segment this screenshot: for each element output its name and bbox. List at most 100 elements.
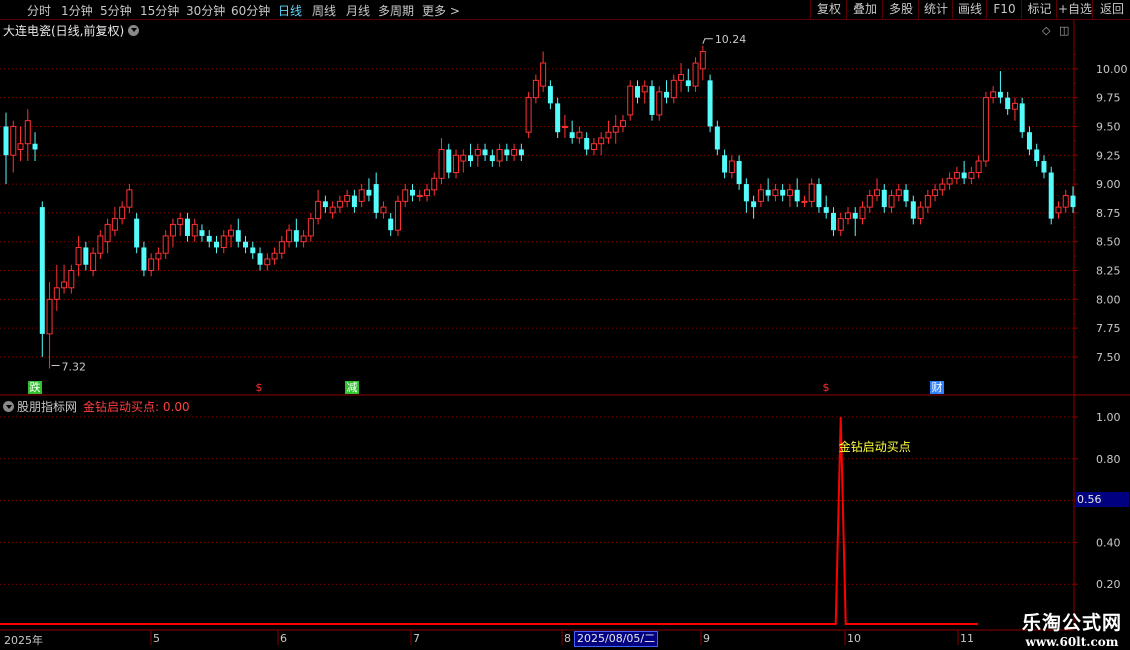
collapse-icon[interactable] bbox=[3, 401, 14, 412]
candle-body bbox=[257, 253, 263, 265]
candle-body bbox=[641, 85, 648, 93]
price-tick-label: 7.75 bbox=[1096, 322, 1121, 335]
signal-marker: $ bbox=[822, 381, 830, 394]
price-tick-label: 9.50 bbox=[1096, 120, 1121, 133]
diamond-icon[interactable]: ◇ bbox=[1042, 24, 1050, 37]
candle-body bbox=[24, 120, 31, 145]
candle-body bbox=[997, 91, 1003, 98]
cursor-value-box: 0.56 bbox=[1075, 492, 1129, 507]
candle-body bbox=[685, 80, 691, 87]
candle-body bbox=[982, 97, 989, 162]
candle-body bbox=[511, 148, 518, 156]
candle-body bbox=[1070, 195, 1076, 208]
candle-body bbox=[852, 212, 858, 219]
candle-body bbox=[83, 247, 89, 265]
indicator-value: 金钻启动买点: 0.00 bbox=[83, 400, 190, 414]
candle-body bbox=[235, 230, 241, 242]
candle-body bbox=[946, 177, 953, 185]
candle-body bbox=[10, 125, 17, 156]
candle-body bbox=[17, 143, 24, 150]
candle-body bbox=[104, 223, 111, 243]
candle-body bbox=[199, 230, 205, 236]
signal-marker: 跌 bbox=[28, 381, 42, 394]
candle-body bbox=[358, 189, 365, 202]
candle-body bbox=[722, 155, 728, 173]
candle-body bbox=[53, 287, 60, 300]
candle-body bbox=[271, 252, 278, 260]
price-tick-label: 7.50 bbox=[1096, 351, 1121, 364]
month-label: 2025年 bbox=[4, 634, 43, 647]
candle-body bbox=[939, 183, 946, 191]
candle-body bbox=[32, 143, 38, 150]
candle-body bbox=[46, 298, 53, 335]
candle-body bbox=[699, 51, 706, 70]
candle-body bbox=[3, 126, 9, 156]
price-tick-label: 9.75 bbox=[1096, 92, 1121, 105]
candle-body bbox=[111, 218, 118, 231]
candle-body bbox=[619, 120, 626, 127]
price-tick-label: 9.25 bbox=[1096, 149, 1121, 162]
candle-body bbox=[1041, 161, 1047, 173]
month-label: 11 bbox=[960, 632, 974, 645]
candle-body bbox=[250, 247, 256, 254]
candle-body bbox=[416, 195, 423, 198]
candle-body bbox=[555, 103, 561, 133]
candle-body bbox=[714, 126, 720, 150]
candle-body bbox=[344, 195, 351, 202]
candle-body bbox=[786, 189, 793, 197]
high-pointer bbox=[702, 38, 713, 44]
candle-body bbox=[293, 230, 299, 242]
dropdown-icon[interactable] bbox=[128, 25, 140, 36]
stock-title-text: 大连电瓷(日线,前复权) bbox=[3, 24, 125, 38]
candle-body bbox=[968, 172, 975, 179]
candle-body bbox=[518, 149, 524, 156]
candle-body bbox=[794, 189, 800, 202]
candle-body bbox=[373, 184, 379, 213]
candle-body bbox=[736, 161, 742, 185]
candle-body bbox=[751, 201, 757, 208]
candle-body bbox=[300, 235, 307, 243]
month-label: 8 bbox=[564, 632, 571, 645]
candle-body bbox=[859, 206, 866, 220]
candle-body bbox=[394, 200, 401, 231]
candle-body bbox=[474, 148, 481, 156]
candle-body bbox=[148, 258, 155, 272]
candle-body bbox=[561, 125, 568, 128]
candle-body bbox=[765, 189, 771, 196]
candle-body bbox=[446, 149, 452, 173]
high-label: 10.24 bbox=[715, 33, 747, 46]
candle-body bbox=[264, 258, 271, 266]
candle-body bbox=[823, 207, 829, 213]
candle-body bbox=[816, 184, 822, 208]
candle-body bbox=[504, 149, 510, 156]
candle-body bbox=[837, 218, 844, 231]
candle-body bbox=[874, 189, 881, 197]
window-toggle-icon[interactable]: ◫ bbox=[1059, 24, 1069, 37]
candle-body bbox=[75, 246, 82, 266]
month-label: 5 bbox=[153, 632, 160, 645]
month-label: 9 bbox=[703, 632, 710, 645]
candle-body bbox=[780, 189, 786, 196]
candle-body bbox=[206, 235, 212, 242]
indicator-name[interactable]: 股朋指标网 bbox=[17, 400, 77, 414]
candle-body bbox=[119, 206, 126, 220]
candle-body bbox=[184, 218, 190, 236]
candle-body bbox=[743, 184, 749, 202]
candle-body bbox=[888, 195, 895, 208]
candle-body bbox=[482, 149, 488, 156]
month-label: 7 bbox=[413, 632, 420, 645]
candle-body bbox=[68, 270, 75, 289]
candle-body bbox=[351, 195, 357, 208]
candle-body bbox=[286, 229, 293, 243]
candle-body bbox=[489, 155, 495, 162]
candle-body bbox=[532, 79, 539, 99]
candle-body bbox=[315, 200, 322, 220]
candle-body bbox=[243, 241, 249, 248]
candle-body bbox=[496, 148, 503, 162]
candle-body bbox=[438, 148, 445, 179]
chart-area: 10.00 9.75 9.50 9.25 9.00 8.75 8.50 8.25 8.00 7.7… bbox=[0, 20, 1130, 645]
candle-body bbox=[584, 137, 590, 150]
candle-body bbox=[605, 131, 612, 139]
candle-body bbox=[155, 252, 162, 260]
candle-body bbox=[39, 207, 45, 334]
